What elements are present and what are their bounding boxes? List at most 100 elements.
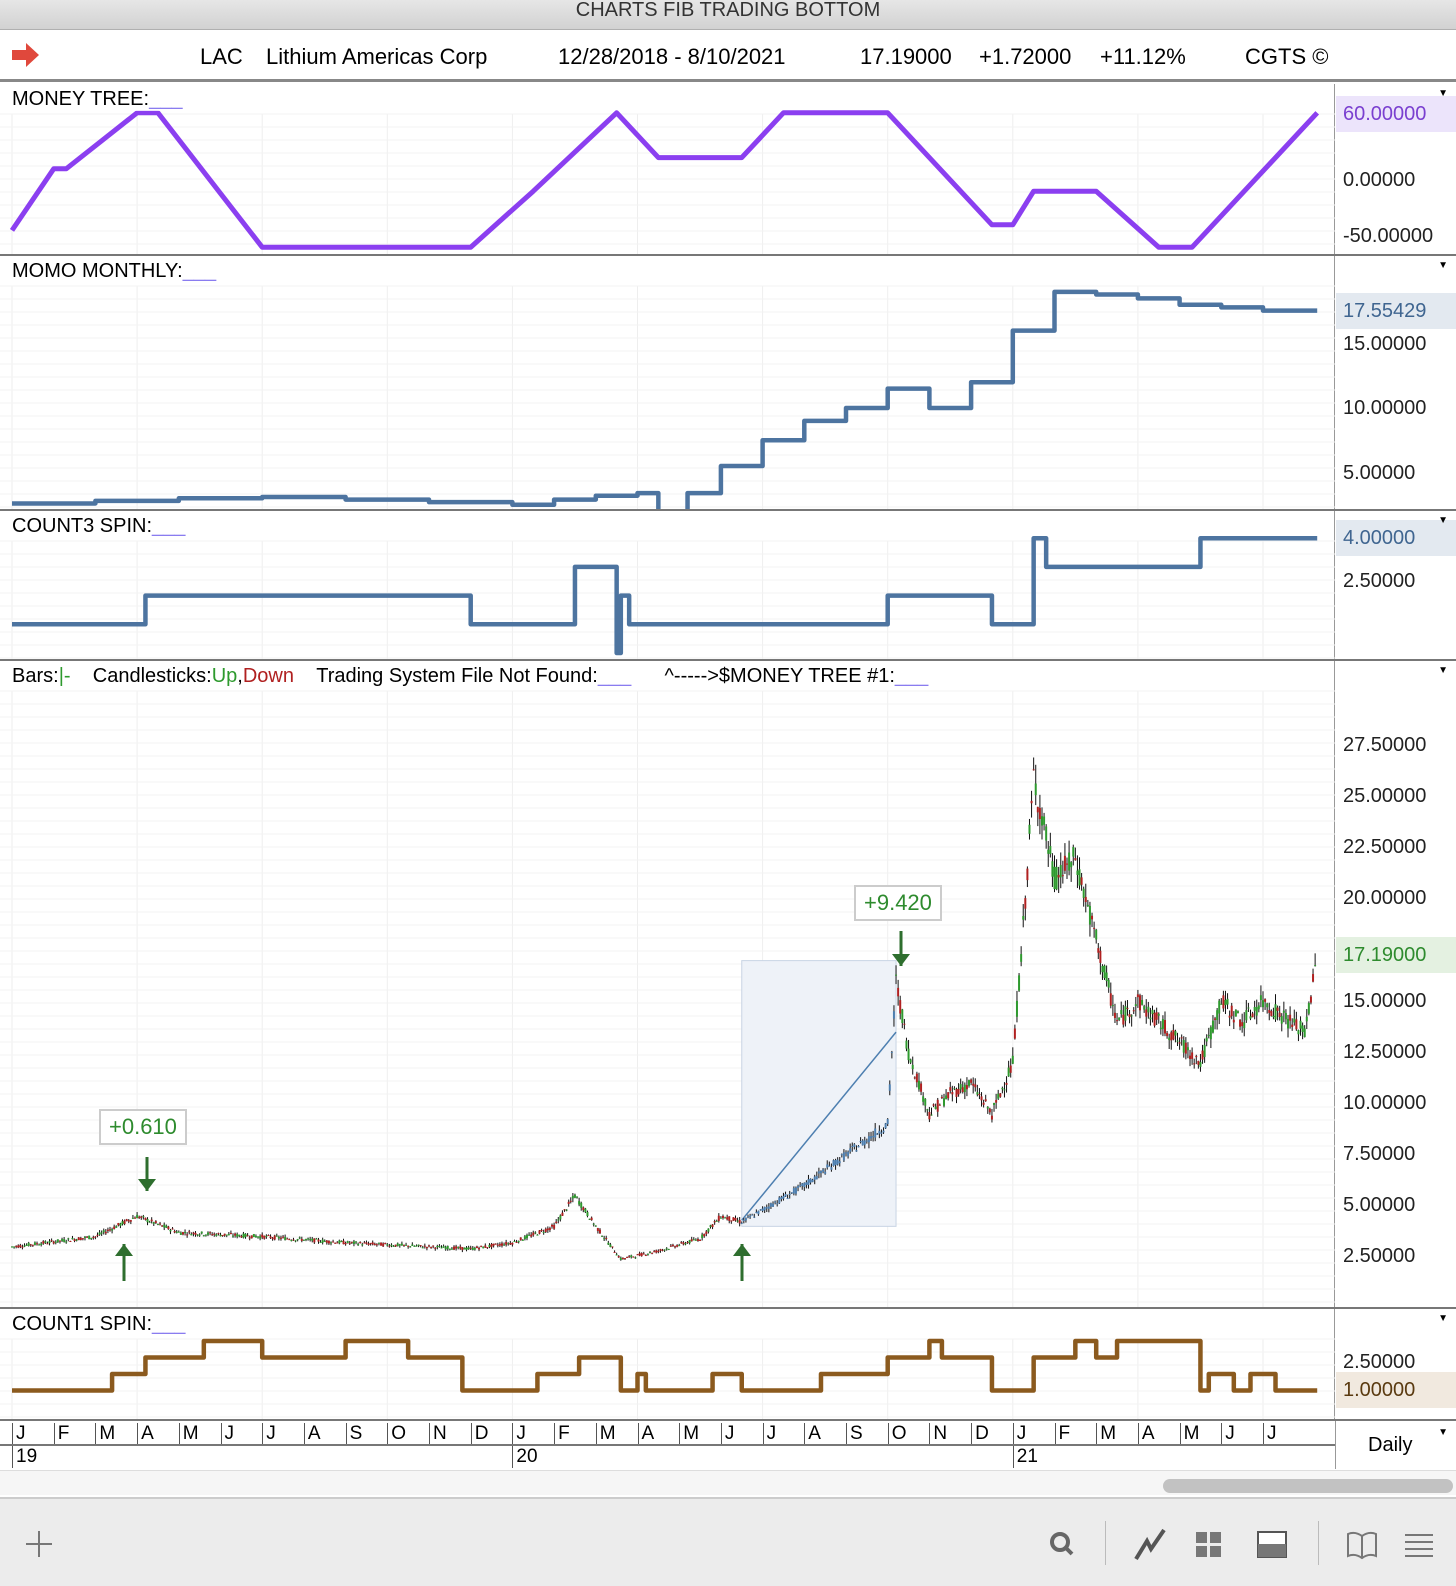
candle-body [1126, 1007, 1129, 1009]
candle-body [553, 1224, 556, 1229]
candle-body [1057, 874, 1060, 878]
candle-body [870, 1136, 873, 1139]
candle-body [25, 1244, 28, 1246]
candle-body [1128, 1014, 1131, 1018]
candle-body [1241, 1022, 1244, 1027]
axis-tick: 15.00000 [1343, 333, 1427, 355]
candle-body [484, 1245, 487, 1248]
candle-body [313, 1238, 316, 1243]
window-title: CHARTS FIB TRADING BOTTOM [575, 0, 881, 21]
candle-body [696, 1239, 699, 1241]
candle-body [686, 1242, 689, 1244]
blank-field[interactable]: ___ [598, 665, 631, 687]
menu-icon[interactable] [1402, 1527, 1436, 1561]
plus-icon[interactable] [22, 1527, 56, 1561]
candle-body [140, 1216, 143, 1218]
candle-body [790, 1192, 793, 1194]
candle-body [1132, 1010, 1135, 1012]
axis-tick: 5.00000 [1343, 462, 1416, 484]
candle-body [867, 1136, 870, 1143]
candle-body [48, 1241, 51, 1244]
blank-field[interactable]: ___ [152, 515, 185, 537]
candle-body [828, 1165, 831, 1167]
month-label: F [1054, 1423, 1070, 1445]
panel-menu-icon[interactable]: ▼ [1438, 515, 1448, 526]
price-panel: Bars:|- Candlesticks:Up,Down Trading Sys… [0, 661, 1456, 1309]
candle-body [106, 1229, 109, 1231]
grid-icon[interactable] [1192, 1527, 1226, 1561]
candle-body [765, 1207, 768, 1209]
candle-body [269, 1236, 272, 1239]
search-icon[interactable] [1045, 1527, 1079, 1561]
series-line [9, 110, 1320, 250]
candle-body [1293, 1018, 1296, 1023]
candle-body [307, 1238, 310, 1240]
candle-body [81, 1238, 84, 1240]
candle-body [661, 1249, 664, 1251]
panel-menu-icon[interactable]: ▼ [1438, 260, 1448, 271]
candle-body [1143, 1006, 1146, 1010]
scrollbar-thumb[interactable] [1163, 1479, 1453, 1493]
candle-body [1070, 862, 1073, 868]
candle-body [830, 1167, 833, 1170]
month-label: O [887, 1423, 906, 1445]
candle-body [1295, 1019, 1298, 1030]
red-arrow-icon[interactable] [12, 42, 40, 74]
candle-body [286, 1238, 289, 1240]
candle-body [1268, 1009, 1271, 1013]
candle-body [211, 1234, 214, 1236]
panel-menu-icon[interactable]: ▼ [1438, 665, 1448, 676]
candle-body [102, 1230, 105, 1233]
candle-body [1026, 868, 1029, 881]
candle-body [317, 1239, 320, 1242]
blank-field[interactable]: ___ [895, 665, 928, 687]
blank-field[interactable]: ___ [152, 1313, 185, 1335]
candle-body [213, 1233, 216, 1235]
candle-body [215, 1234, 218, 1237]
candle-body [129, 1220, 132, 1222]
candle-body [455, 1246, 458, 1249]
candle-body [911, 1064, 914, 1070]
candle-body [957, 1088, 960, 1095]
period-selector[interactable]: Daily [1368, 1434, 1412, 1457]
candle-body [330, 1242, 333, 1244]
candle-body [357, 1243, 360, 1246]
candle-body [271, 1237, 274, 1239]
candle-body [1249, 1016, 1252, 1019]
candle-body [75, 1239, 78, 1241]
candle-body [315, 1238, 318, 1240]
draw-icon[interactable] [1133, 1527, 1167, 1561]
candle-body [836, 1159, 839, 1165]
candle-body [352, 1241, 355, 1244]
panel-label: MOMO MONTHLY: [12, 260, 183, 282]
candle-body [655, 1250, 658, 1253]
candle-body [177, 1231, 180, 1233]
blank-field[interactable]: ___ [149, 88, 182, 110]
candle-body [525, 1235, 528, 1239]
candle-body [845, 1152, 847, 1154]
candle-body [13, 1246, 16, 1248]
candle-body [1193, 1063, 1196, 1065]
bars-symbol: |- [58, 665, 71, 687]
candle-body [561, 1212, 564, 1216]
candle-body [1022, 916, 1025, 920]
candle-body [302, 1239, 305, 1241]
period-dropdown-icon[interactable]: ▼ [1438, 1427, 1448, 1438]
candle-body [1184, 1042, 1187, 1054]
blank-field[interactable]: ___ [183, 260, 216, 282]
candle-body [972, 1083, 975, 1086]
candle-body [569, 1200, 572, 1202]
candle-body [236, 1234, 239, 1237]
panel-menu-icon[interactable]: ▼ [1438, 1313, 1448, 1324]
candle-body [19, 1245, 22, 1248]
month-label: J [1263, 1423, 1277, 1445]
panel-icon[interactable] [1255, 1527, 1289, 1561]
candle-body [94, 1236, 97, 1238]
candle-body [882, 1130, 885, 1133]
candle-body [488, 1244, 491, 1247]
candle-body [31, 1244, 34, 1246]
panel-menu-icon[interactable]: ▼ [1438, 88, 1448, 99]
candle-body [1303, 1028, 1306, 1038]
book-icon[interactable] [1345, 1527, 1379, 1561]
candle-body [294, 1240, 297, 1242]
